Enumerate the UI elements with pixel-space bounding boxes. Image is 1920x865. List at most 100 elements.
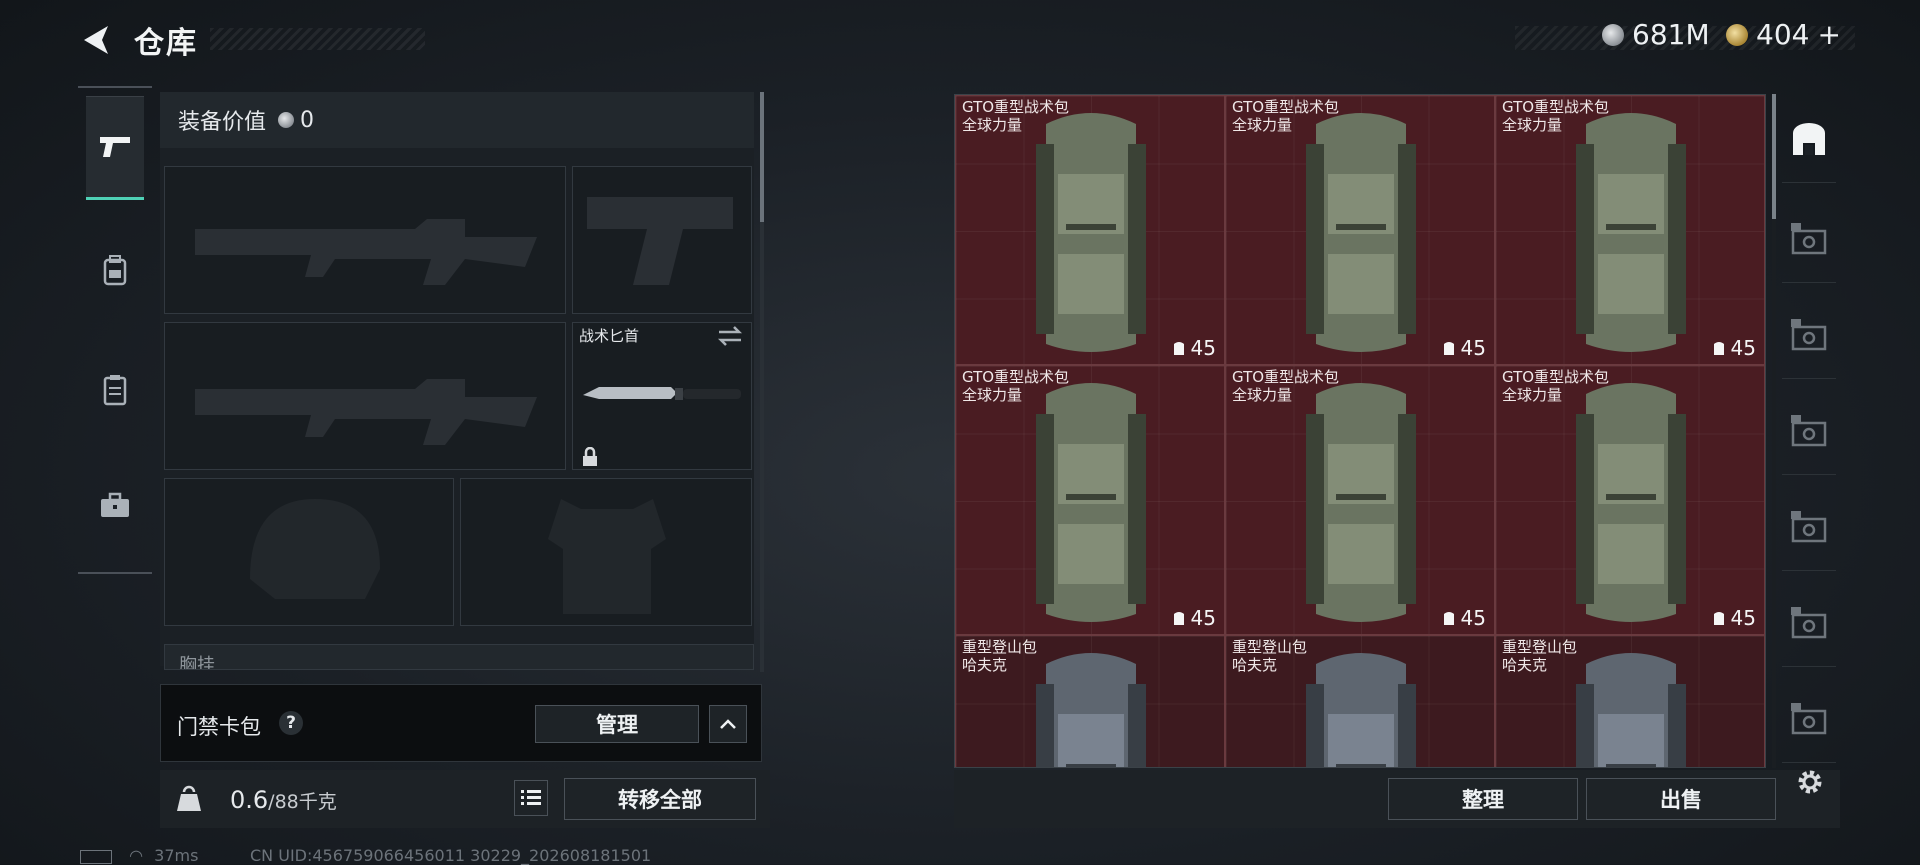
storage-item[interactable]: GTO重型战术包 全球力量 45 (955, 365, 1225, 635)
storage-item[interactable]: 重型登山包 哈夫克 (1495, 635, 1765, 767)
storage-item[interactable]: GTO重型战术包 全球力量 45 (1495, 365, 1765, 635)
capacity-backpack-icon (1173, 612, 1184, 625)
tool-v-case[interactable] (1782, 484, 1836, 571)
sell-button[interactable]: 出售 (1586, 778, 1776, 820)
storage-scroll-thumb[interactable] (1772, 94, 1776, 219)
helmet-slot[interactable] (164, 478, 454, 626)
tool-storage-home[interactable] (1782, 96, 1836, 183)
tool-gm-case[interactable] (1782, 580, 1836, 667)
item-name: 重型登山包 (962, 638, 1038, 656)
back-button[interactable] (78, 22, 114, 58)
backpack-image (1306, 383, 1416, 622)
title-decoration (210, 28, 425, 50)
storage-grid[interactable]: GTO重型战术包 全球力量 45 GTO重型战术包 全球力量 45 GTO重型战术包 全球力量… (955, 95, 1765, 767)
storage-item[interactable]: GTO重型战术包 全球力量 45 (955, 95, 1225, 365)
iv-case-icon (1791, 703, 1827, 735)
nav-vest[interactable] (86, 340, 144, 440)
tool-v-case[interactable] (1782, 388, 1836, 475)
item-name: 重型登山包 (1502, 638, 1578, 656)
armor-silhouette-icon (548, 499, 666, 614)
v-case-icon (1791, 319, 1827, 351)
capacity-backpack-icon (1443, 342, 1454, 355)
access-card-label: 门禁卡包 (177, 715, 261, 739)
melee-slot[interactable]: 战术匕首 (572, 322, 752, 470)
add-gold-button[interactable]: + (1817, 18, 1840, 51)
item-name: GTO重型战术包 (1232, 368, 1340, 386)
secondary-weapon-slot[interactable] (164, 322, 566, 470)
nav-backpack[interactable] (86, 220, 144, 320)
pistol-silhouette-icon (587, 197, 733, 285)
silver-amount: 681M (1632, 18, 1710, 51)
equipment-scroll-thumb[interactable] (760, 92, 764, 222)
gold-currency[interactable]: 404 + (1726, 18, 1841, 51)
backpack-image (1306, 113, 1416, 352)
capacity-value: 45 (1460, 336, 1486, 360)
silver-coin-icon (1602, 23, 1624, 46)
list-icon (521, 790, 541, 805)
item-brand: 全球力量 (962, 116, 1023, 134)
item-capacity: 45 (1441, 606, 1486, 630)
capacity-backpack-icon (1713, 612, 1724, 625)
manage-button[interactable]: 管理 (535, 705, 699, 743)
armor-vest-icon (103, 375, 127, 406)
item-name: GTO重型战术包 (1502, 98, 1610, 116)
uid-text: CN UID:456759066456011 30229_20260818150… (250, 846, 652, 865)
collapse-button[interactable] (709, 705, 747, 743)
storage-item[interactable]: GTO重型战术包 全球力量 45 (1225, 365, 1495, 635)
pistol-slot[interactable] (572, 166, 752, 314)
capacity-value: 45 (1730, 606, 1756, 630)
storage-item[interactable]: 重型登山包 哈夫克 (1225, 635, 1495, 767)
weight-readout: 0.6/88千克 (230, 786, 337, 814)
list-view-button[interactable] (514, 780, 548, 816)
tool-iv-case[interactable] (1782, 676, 1836, 763)
item-capacity: 45 (1711, 336, 1756, 360)
sort-button[interactable]: 整理 (1388, 778, 1578, 820)
ping-value: 37ms (154, 846, 199, 865)
storage-home-icon (1793, 123, 1825, 155)
armor-slot[interactable] (460, 478, 752, 626)
item-capacity: 45 (1711, 606, 1756, 630)
transfer-all-button[interactable]: 转移全部 (564, 778, 756, 820)
backpack-image (1576, 113, 1686, 352)
wifi-icon: ◠ (129, 846, 144, 865)
backpack-image (1306, 653, 1416, 767)
nav-tools[interactable] (86, 455, 144, 555)
weight-current: 0.6 (230, 786, 269, 814)
kg-weight-icon (177, 785, 201, 811)
equipment-value: 0 (300, 107, 315, 133)
pistol-icon (100, 137, 130, 157)
storage-item[interactable]: 重型登山包 哈夫克 (955, 635, 1225, 767)
gold-amount: 404 (1756, 18, 1810, 51)
item-capacity: 45 (1171, 606, 1216, 630)
battery-icon (80, 849, 112, 864)
tool-v-case[interactable] (1782, 196, 1836, 283)
equipment-value-label: 装备价值 (178, 110, 267, 135)
item-brand: 全球力量 (1502, 116, 1563, 134)
swap-icon[interactable] (715, 325, 745, 347)
silver-currency: 681M (1602, 18, 1710, 51)
tactical-knife-image (583, 387, 741, 400)
back-arrow-icon (84, 26, 108, 54)
primary-weapon-slot[interactable] (164, 166, 566, 314)
backpack-icon (103, 255, 127, 286)
capacity-backpack-icon (1443, 612, 1454, 625)
storage-item[interactable]: GTO重型战术包 全球力量 45 (1495, 95, 1765, 365)
item-capacity: 45 (1171, 336, 1216, 360)
chest-rig-slot[interactable]: 胸挂 (164, 644, 754, 670)
page-title: 仓库 (134, 26, 198, 61)
nav-weapons[interactable] (86, 96, 144, 200)
gear-icon (1798, 770, 1822, 794)
storage-item[interactable]: GTO重型战术包 全球力量 45 (1225, 95, 1495, 365)
lock-icon (583, 447, 597, 466)
v-case-icon (1791, 415, 1827, 447)
tool-v-case[interactable] (1782, 292, 1836, 379)
backpack-image (1036, 383, 1146, 622)
capacity-value: 45 (1190, 336, 1216, 360)
settings-button[interactable] (1790, 762, 1830, 802)
help-icon[interactable]: ? (279, 711, 303, 735)
chest-rig-label: 胸挂 (179, 655, 215, 670)
knife-name: 战术匕首 (579, 327, 640, 345)
capacity-backpack-icon (1713, 342, 1724, 355)
chevron-up-icon (720, 719, 736, 729)
item-brand: 全球力量 (1502, 386, 1563, 404)
